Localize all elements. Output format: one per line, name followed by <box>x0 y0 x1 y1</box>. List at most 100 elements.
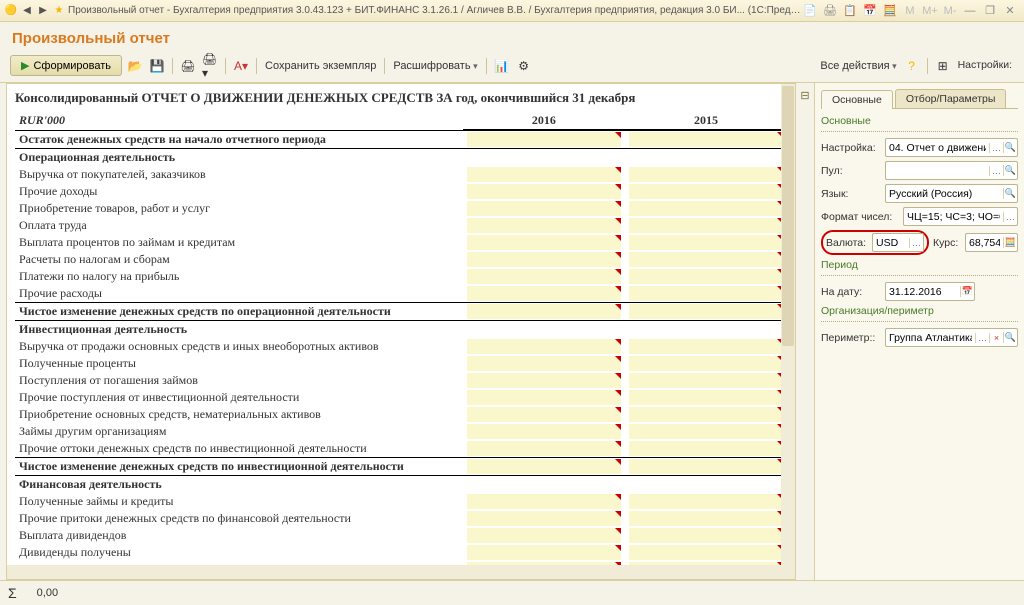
perimeter-input[interactable]: … × 🔍 <box>885 328 1018 347</box>
value-cell[interactable] <box>467 390 621 405</box>
generate-button[interactable]: ▶Сформировать <box>10 55 122 76</box>
open-icon[interactable]: 📂 <box>126 57 144 75</box>
value-cell[interactable] <box>629 304 783 319</box>
fwd-icon[interactable]: ▶ <box>36 4 50 18</box>
horizontal-scrollbar[interactable] <box>7 565 781 579</box>
pool-input[interactable]: … 🔍 <box>885 161 1018 180</box>
value-cell[interactable] <box>467 132 621 147</box>
lookup-icon[interactable]: 🔍 <box>1003 142 1017 153</box>
value-cell[interactable] <box>629 201 783 216</box>
lookup-icon[interactable]: 🔍 <box>1003 188 1017 199</box>
tool-icon-4[interactable]: 📅 <box>862 4 878 18</box>
value-cell[interactable] <box>467 407 621 422</box>
value-cell[interactable] <box>467 528 621 543</box>
decode-button[interactable]: Расшифровать <box>391 58 479 74</box>
printers-icon[interactable]: 🖨▾ <box>201 57 219 75</box>
value-cell[interactable] <box>467 201 621 216</box>
vertical-scrollbar[interactable] <box>781 84 795 579</box>
rate-input[interactable]: 🧮 <box>965 233 1018 252</box>
print-icon[interactable]: 🖨 <box>179 57 197 75</box>
value-cell[interactable] <box>629 373 783 388</box>
value-cell[interactable] <box>467 269 621 284</box>
setting-input[interactable]: … 🔍 <box>885 138 1018 157</box>
m-plus2-icon[interactable]: M+ <box>922 4 938 18</box>
tool-icon-5[interactable]: 🧮 <box>882 4 898 18</box>
value-cell[interactable] <box>629 218 783 233</box>
ellipsis-icon[interactable]: … <box>989 143 1003 153</box>
value-cell[interactable] <box>629 459 783 474</box>
value-cell[interactable] <box>629 132 783 147</box>
value-cell[interactable] <box>629 286 783 301</box>
value-cell[interactable] <box>467 252 621 267</box>
value-cell[interactable] <box>467 511 621 526</box>
value-cell[interactable] <box>629 184 783 199</box>
chart-icon[interactable]: 📊 <box>493 57 511 75</box>
value-cell[interactable] <box>467 424 621 439</box>
value-cell[interactable] <box>467 579 621 580</box>
value-cell[interactable] <box>629 339 783 354</box>
value-cell[interactable] <box>629 528 783 543</box>
all-actions-button[interactable]: Все действия <box>818 58 898 74</box>
value-cell[interactable] <box>467 441 621 456</box>
value-cell[interactable] <box>629 494 783 509</box>
value-cell[interactable] <box>629 511 783 526</box>
font-icon[interactable]: A▾ <box>232 57 250 75</box>
lang-input[interactable]: 🔍 <box>885 184 1018 203</box>
value-cell[interactable] <box>629 390 783 405</box>
value-cell[interactable] <box>629 545 783 560</box>
calc-icon[interactable]: 🧮 <box>1003 237 1017 248</box>
value-cell[interactable] <box>629 235 783 250</box>
save-copy-button[interactable]: Сохранить экземпляр <box>263 58 378 74</box>
value-cell[interactable] <box>467 356 621 371</box>
value-cell[interactable] <box>629 356 783 371</box>
ellipsis-icon[interactable]: … <box>975 333 989 343</box>
favorite-icon[interactable]: ★ <box>52 4 66 18</box>
tool-icon-1[interactable]: 📄 <box>802 4 818 18</box>
numfmt-input[interactable]: … <box>903 207 1018 226</box>
ondate-input[interactable]: 📅 <box>885 282 975 301</box>
value-cell[interactable] <box>629 407 783 422</box>
value-cell[interactable] <box>467 304 621 319</box>
value-cell[interactable] <box>467 339 621 354</box>
back-icon[interactable]: ◀ <box>20 4 34 18</box>
refresh-icon[interactable]: ⚙ <box>515 57 533 75</box>
tab-main[interactable]: Основные <box>821 90 893 109</box>
close-icon[interactable]: ✕ <box>1002 4 1018 18</box>
ellipsis-icon[interactable]: … <box>909 238 923 248</box>
tool-icon-3[interactable]: 📋 <box>842 4 858 18</box>
ellipsis-icon[interactable]: … <box>989 166 1003 176</box>
gutter-expand-icon[interactable]: ⊟ <box>797 87 813 103</box>
value-cell[interactable] <box>629 269 783 284</box>
m-plus-icon[interactable]: M <box>902 4 918 18</box>
value-cell[interactable] <box>629 252 783 267</box>
value-cell[interactable] <box>467 235 621 250</box>
save-icon[interactable]: 💾 <box>148 57 166 75</box>
ellipsis-icon[interactable]: … <box>1003 212 1017 222</box>
clear-icon[interactable]: × <box>989 333 1003 343</box>
value-cell[interactable] <box>629 167 783 182</box>
help-icon[interactable]: ? <box>903 57 921 75</box>
lookup-icon[interactable]: 🔍 <box>1003 165 1017 176</box>
calendar-icon[interactable]: 📅 <box>960 286 974 297</box>
report-area[interactable]: Консолидированный ОТЧЕТ О ДВИЖЕНИИ ДЕНЕЖ… <box>6 83 796 580</box>
report-row: Выручка от продажи основных средств и ин… <box>15 338 787 355</box>
value-cell[interactable] <box>467 494 621 509</box>
value-cell[interactable] <box>467 184 621 199</box>
m-minus-icon[interactable]: M- <box>942 4 958 18</box>
value-cell[interactable] <box>629 579 783 580</box>
value-cell[interactable] <box>467 373 621 388</box>
value-cell[interactable] <box>467 167 621 182</box>
tab-filter[interactable]: Отбор/Параметры <box>895 89 1007 108</box>
value-cell[interactable] <box>467 545 621 560</box>
value-cell[interactable] <box>629 424 783 439</box>
settings-toggle-icon[interactable]: ⊞ <box>934 57 952 75</box>
currency-input[interactable]: … <box>872 233 924 252</box>
value-cell[interactable] <box>629 441 783 456</box>
maximize-icon[interactable]: ❐ <box>982 4 998 18</box>
value-cell[interactable] <box>467 459 621 474</box>
tool-icon-2[interactable]: 🖨 <box>822 4 838 18</box>
minimize-icon[interactable]: — <box>962 4 978 18</box>
lookup-icon[interactable]: 🔍 <box>1003 332 1017 343</box>
value-cell[interactable] <box>467 286 621 301</box>
value-cell[interactable] <box>467 218 621 233</box>
